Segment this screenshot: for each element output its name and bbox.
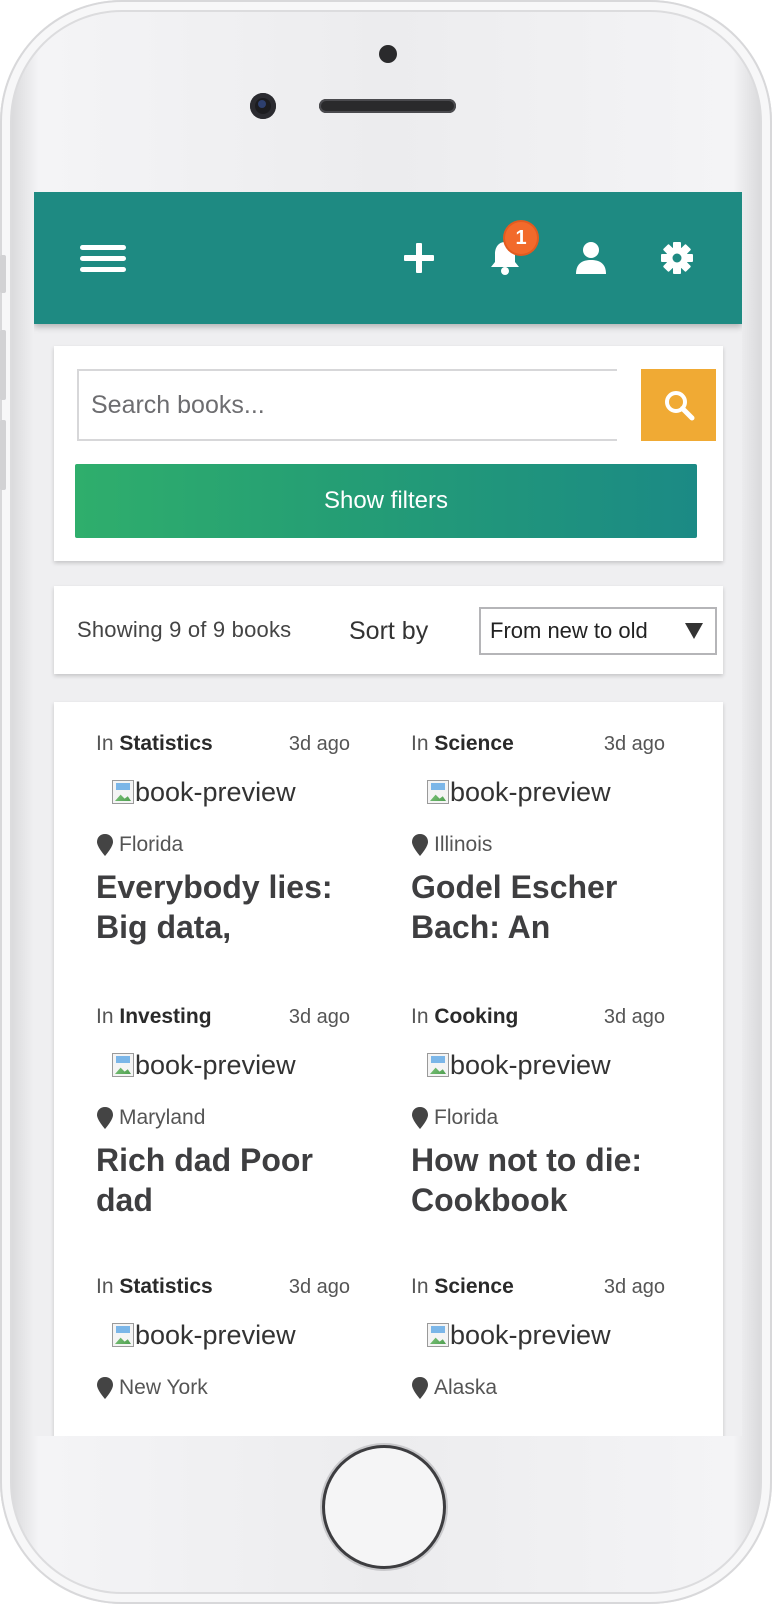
book-location-name: Alaska xyxy=(434,1376,498,1399)
book-preview-image[interactable]: book-preview xyxy=(427,1317,611,1353)
category-prefix: In xyxy=(96,732,114,755)
category-prefix: In xyxy=(411,1005,429,1028)
category-prefix: In xyxy=(411,732,429,755)
top-app-bar: 1 xyxy=(34,192,742,324)
search-input[interactable] xyxy=(77,369,617,441)
map-pin-icon xyxy=(412,1107,428,1129)
broken-image-icon xyxy=(427,1053,449,1077)
earpiece-speaker xyxy=(319,99,456,113)
broken-image-icon xyxy=(427,1323,449,1347)
book-location: Illinois xyxy=(411,830,492,860)
book-location: Alaska xyxy=(411,1373,497,1403)
hamburger-icon[interactable] xyxy=(78,192,128,324)
book-category[interactable]: Investing xyxy=(119,1005,211,1028)
book-age: 3d ago xyxy=(288,1276,350,1298)
book-preview-alt: book-preview xyxy=(135,1050,296,1080)
phone-volume-up xyxy=(0,330,6,400)
notification-badge: 1 xyxy=(505,222,537,254)
phone-volume-down xyxy=(0,420,6,490)
book-location-name: Florida xyxy=(434,1106,499,1129)
book-meta: In Science 3d ago xyxy=(411,732,681,762)
app-screen: 1 Search books... Show filters Showing 9… xyxy=(34,192,742,1436)
proximity-sensor xyxy=(379,45,397,63)
book-title[interactable]: How not to die: Cookbook xyxy=(411,1140,681,1220)
book-card[interactable]: In Cooking 3d ago book-preview Florida H… xyxy=(411,975,681,1235)
map-pin-icon xyxy=(412,834,428,856)
book-location-name: Maryland xyxy=(119,1106,206,1129)
phone-frame: 1 Search books... Show filters Showing 9… xyxy=(0,0,772,1604)
book-category[interactable]: Statistics xyxy=(119,732,212,755)
book-age: 3d ago xyxy=(288,1006,350,1028)
book-meta: In Investing 3d ago xyxy=(96,1005,366,1035)
show-filters-button[interactable]: Show filters xyxy=(75,464,697,538)
map-pin-icon xyxy=(97,834,113,856)
search-button[interactable] xyxy=(641,369,716,441)
sort-bar: Showing 9 of 9 books Sort by From new to… xyxy=(54,586,723,674)
book-title[interactable]: Rich dad Poor dad xyxy=(96,1140,366,1220)
home-button[interactable] xyxy=(325,1448,443,1566)
book-category[interactable]: Cooking xyxy=(434,1005,518,1028)
broken-image-icon xyxy=(112,1053,134,1077)
book-location: Florida xyxy=(96,830,183,860)
book-age: 3d ago xyxy=(603,1276,665,1298)
sort-label: Sort by xyxy=(349,617,429,645)
book-preview-image[interactable]: book-preview xyxy=(427,774,611,810)
plus-icon[interactable] xyxy=(394,192,444,324)
book-age: 3d ago xyxy=(603,1006,665,1028)
book-meta: In Science 3d ago xyxy=(411,1275,681,1305)
book-preview-alt: book-preview xyxy=(135,1320,296,1350)
book-list: In Statistics 3d ago book-preview Florid… xyxy=(54,702,723,1436)
book-preview-image[interactable]: book-preview xyxy=(112,1047,296,1083)
sort-select[interactable]: From new to old xyxy=(479,607,717,655)
book-preview-alt: book-preview xyxy=(450,777,611,807)
category-prefix: In xyxy=(96,1005,114,1028)
bell-icon[interactable] xyxy=(480,192,530,324)
front-camera xyxy=(250,93,276,119)
book-card[interactable]: In Science 3d ago book-preview Alaska xyxy=(411,1245,681,1436)
caret-down-icon xyxy=(685,623,703,639)
book-location-name: Illinois xyxy=(434,833,493,856)
book-category[interactable]: Statistics xyxy=(119,1275,212,1298)
book-category[interactable]: Science xyxy=(434,732,513,755)
book-preview-image[interactable]: book-preview xyxy=(112,1317,296,1353)
book-card[interactable]: In Statistics 3d ago book-preview New Yo… xyxy=(96,1245,366,1436)
book-preview-image[interactable]: book-preview xyxy=(427,1047,611,1083)
map-pin-icon xyxy=(97,1377,113,1399)
category-prefix: In xyxy=(411,1275,429,1298)
book-category[interactable]: Science xyxy=(434,1275,513,1298)
results-count: Showing 9 of 9 books xyxy=(77,617,292,642)
map-pin-icon xyxy=(412,1377,428,1399)
book-location-name: Florida xyxy=(119,833,184,856)
book-location-name: New York xyxy=(119,1376,208,1399)
broken-image-icon xyxy=(427,780,449,804)
phone-side-button xyxy=(0,255,6,293)
book-title[interactable]: Godel Escher Bach: An xyxy=(411,867,681,947)
book-card[interactable]: In Investing 3d ago book-preview Marylan… xyxy=(96,975,366,1235)
book-location: Florida xyxy=(411,1103,498,1133)
broken-image-icon xyxy=(112,780,134,804)
book-preview-image[interactable]: book-preview xyxy=(112,774,296,810)
book-title[interactable]: Everybody lies: Big data, xyxy=(96,867,366,947)
book-meta: In Statistics 3d ago xyxy=(96,1275,366,1305)
book-preview-alt: book-preview xyxy=(135,777,296,807)
book-card[interactable]: In Statistics 3d ago book-preview Florid… xyxy=(96,702,366,962)
broken-image-icon xyxy=(112,1323,134,1347)
book-preview-alt: book-preview xyxy=(450,1050,611,1080)
book-age: 3d ago xyxy=(603,733,665,755)
category-prefix: In xyxy=(96,1275,114,1298)
book-location: New York xyxy=(96,1373,208,1403)
search-icon xyxy=(664,391,694,421)
sort-selected-value: From new to old xyxy=(490,618,648,643)
map-pin-icon xyxy=(97,1107,113,1129)
user-icon[interactable] xyxy=(566,192,616,324)
book-preview-alt: book-preview xyxy=(450,1320,611,1350)
book-age: 3d ago xyxy=(288,733,350,755)
book-card[interactable]: In Science 3d ago book-preview Illinois … xyxy=(411,702,681,962)
search-card: Show filters xyxy=(54,346,723,561)
book-location: Maryland xyxy=(96,1103,205,1133)
book-meta: In Statistics 3d ago xyxy=(96,732,366,762)
gear-icon[interactable] xyxy=(652,192,702,324)
book-meta: In Cooking 3d ago xyxy=(411,1005,681,1035)
